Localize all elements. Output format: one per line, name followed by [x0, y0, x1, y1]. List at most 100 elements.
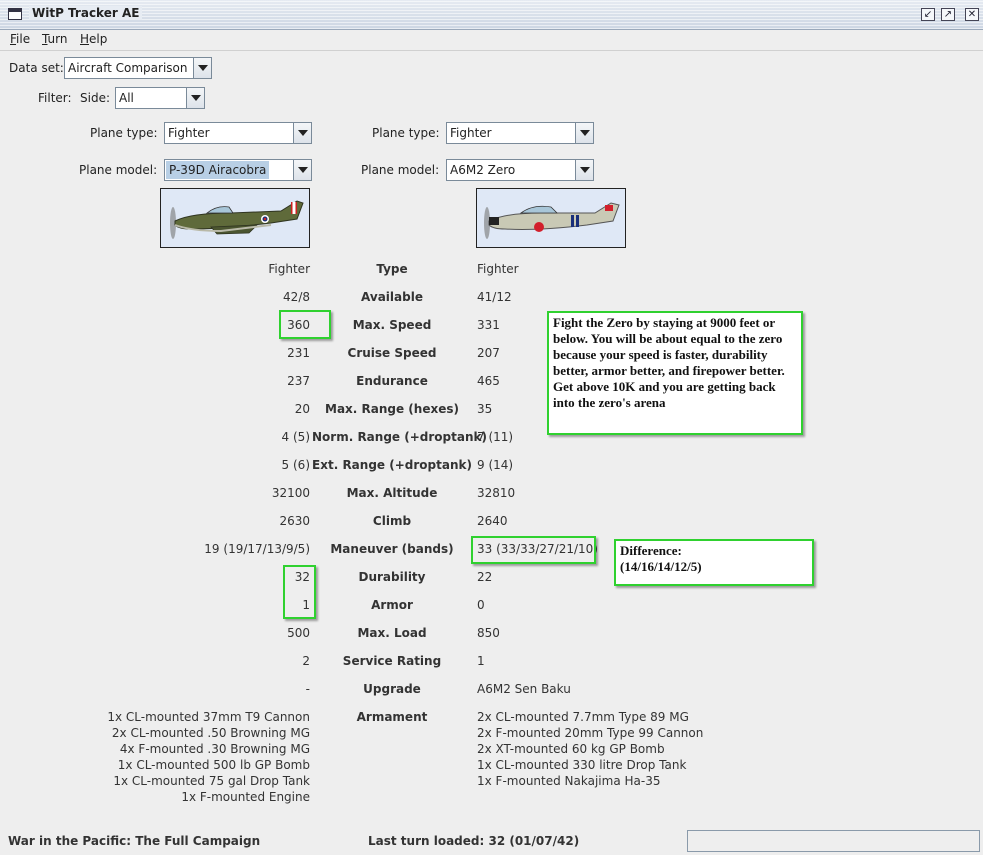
armor-label: Armor	[371, 598, 413, 612]
chevron-down-icon[interactable]	[575, 160, 593, 180]
right-plane-model-select[interactable]: A6M2 Zero	[446, 159, 594, 181]
right-service-rating-value: 1	[477, 654, 485, 668]
upgrade-label: Upgrade	[363, 682, 421, 696]
chevron-down-icon[interactable]	[193, 58, 211, 78]
campaign-status: War in the Pacific: The Full Campaign	[8, 834, 261, 848]
left-plane-image	[160, 188, 310, 248]
a6m2-zero-icon	[477, 189, 625, 247]
right-ext-range-value: 9 (14)	[477, 458, 514, 472]
left-maneuver-value: 19 (19/17/13/9/5)	[204, 542, 310, 556]
norm-range-label: Norm. Range (+droptank)	[312, 430, 487, 444]
right-endurance-value: 465	[477, 374, 500, 388]
left-durability-value: 32	[294, 570, 310, 584]
left-cruise-speed-value: 231	[287, 346, 310, 360]
durability-label: Durability	[358, 570, 426, 584]
right-plane-model-label: Plane model:	[361, 163, 440, 177]
menu-bar: File Turn Help	[0, 30, 983, 51]
left-max-speed-value: 360	[287, 318, 310, 332]
last-turn-status: Last turn loaded: 32 (01/07/42)	[368, 834, 580, 848]
max-range-label: Max. Range (hexes)	[325, 402, 459, 416]
left-armament-item: 1x CL-mounted 37mm T9 Cannon	[107, 710, 310, 724]
cruise-speed-label: Cruise Speed	[347, 346, 437, 360]
dataset-label: Data set:	[9, 61, 64, 75]
type-label: Type	[376, 262, 408, 276]
right-plane-type-select[interactable]: Fighter	[446, 122, 594, 144]
left-max-range-value: 20	[294, 402, 310, 416]
left-plane-type-select[interactable]: Fighter	[164, 122, 312, 144]
max-load-label: Max. Load	[357, 626, 427, 640]
menu-help[interactable]: Help	[80, 32, 107, 46]
minimize-icon[interactable]: ↙	[921, 8, 935, 21]
right-cruise-speed-value: 207	[477, 346, 500, 360]
durability-armor-highlight	[283, 565, 316, 619]
left-armor-value: 1	[302, 598, 310, 612]
left-climb-value: 2630	[279, 514, 310, 528]
right-norm-range-value: 7 (11)	[477, 430, 514, 444]
app-window-icon	[8, 8, 22, 20]
difference-title: Difference:	[620, 543, 682, 558]
dataset-select[interactable]: Aircraft Comparison	[64, 57, 212, 79]
close-icon[interactable]: ✕	[965, 8, 979, 21]
left-plane-type-value: Fighter	[168, 126, 210, 140]
endurance-label: Endurance	[356, 374, 428, 388]
right-upgrade-value: A6M2 Sen Baku	[477, 682, 571, 696]
left-plane-model-select[interactable]: P-39D Airacobra	[164, 159, 312, 181]
right-type-value: Fighter	[477, 262, 519, 276]
side-label: Side:	[80, 91, 110, 105]
right-max-range-value: 35	[477, 402, 493, 416]
speed-note: Fight the Zero by staying at 9000 feet o…	[547, 311, 803, 435]
right-durability-value: 22	[477, 570, 493, 584]
difference-value: (14/16/14/12/5)	[620, 559, 702, 574]
max-altitude-label: Max. Altitude	[346, 486, 438, 500]
dataset-value: Aircraft Comparison	[68, 61, 188, 75]
right-max-speed-value: 331	[477, 318, 500, 332]
menu-file[interactable]: File	[10, 32, 30, 46]
title-bar: WitP Tracker AE ↙ ↗ ✕	[0, 0, 983, 30]
chevron-down-icon[interactable]	[186, 88, 204, 108]
right-max-load-value: 850	[477, 626, 500, 640]
maneuver-label: Maneuver (bands)	[330, 542, 454, 556]
window-title: WitP Tracker AE	[29, 6, 143, 20]
left-plane-model-value: P-39D Airacobra	[166, 161, 270, 179]
right-armor-value: 0	[477, 598, 485, 612]
left-plane-type-label: Plane type:	[90, 126, 158, 140]
right-armament-item: 2x F-mounted 20mm Type 99 Cannon	[477, 726, 704, 740]
armament-label: Armament	[356, 710, 428, 724]
maneuver-highlight	[471, 536, 596, 564]
filter-label: Filter:	[38, 91, 72, 105]
left-plane-model-label: Plane model:	[79, 163, 158, 177]
left-available-value: 42/8	[283, 290, 310, 304]
maximize-icon[interactable]: ↗	[941, 8, 955, 21]
right-armament-item: 1x CL-mounted 330 litre Drop Tank	[477, 758, 687, 772]
left-endurance-value: 237	[287, 374, 310, 388]
difference-note: Difference: (14/16/14/12/5)	[614, 539, 814, 586]
left-upgrade-value: -	[305, 682, 310, 696]
left-max-altitude-value: 32100	[271, 486, 310, 500]
left-type-value: Fighter	[268, 262, 310, 276]
right-armament-item: 2x CL-mounted 7.7mm Type 89 MG	[477, 710, 689, 724]
available-label: Available	[361, 290, 423, 304]
right-plane-model-value: A6M2 Zero	[450, 163, 516, 177]
right-max-altitude-value: 32810	[477, 486, 516, 500]
right-armament-item: 2x XT-mounted 60 kg GP Bomb	[477, 742, 665, 756]
left-max-load-value: 500	[287, 626, 310, 640]
left-armament-item: 1x CL-mounted 75 gal Drop Tank	[113, 774, 310, 788]
right-plane-type-value: Fighter	[450, 126, 492, 140]
menu-turn[interactable]: Turn	[42, 32, 67, 46]
right-climb-value: 2640	[477, 514, 508, 528]
left-armament-item: 4x F-mounted .30 Browning MG	[119, 742, 310, 756]
right-available-value: 41/12	[477, 290, 512, 304]
right-armament-item: 1x F-mounted Nakajima Ha-35	[477, 774, 661, 788]
max-speed-highlight	[279, 310, 331, 339]
chevron-down-icon[interactable]	[293, 160, 311, 180]
chevron-down-icon[interactable]	[575, 123, 593, 143]
service-rating-label: Service Rating	[342, 654, 442, 668]
side-select[interactable]: All	[115, 87, 205, 109]
progress-bar	[687, 830, 980, 852]
max-speed-label: Max. Speed	[352, 318, 432, 332]
climb-label: Climb	[372, 514, 412, 528]
left-armament-item: 1x CL-mounted 500 lb GP Bomb	[117, 758, 310, 772]
side-value: All	[119, 91, 134, 105]
right-plane-image	[476, 188, 626, 248]
chevron-down-icon[interactable]	[293, 123, 311, 143]
